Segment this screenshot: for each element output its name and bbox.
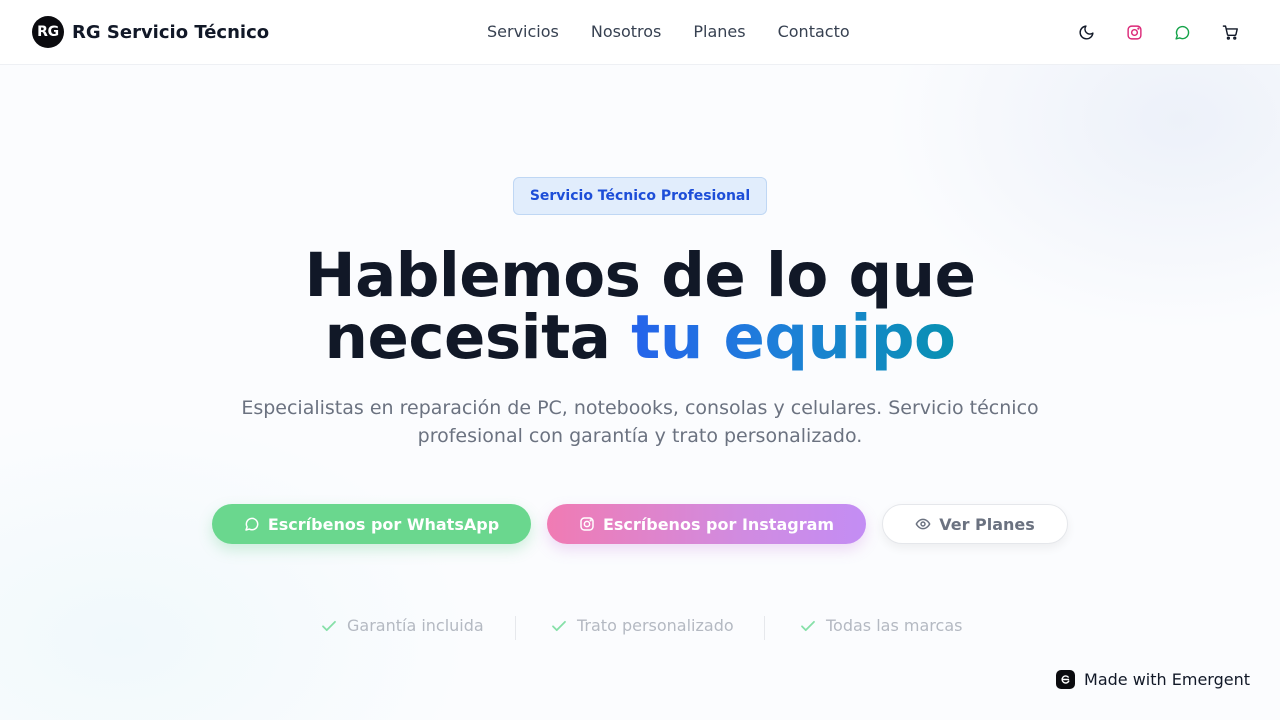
check-icon xyxy=(322,620,336,631)
whatsapp-button-label: Escríbenos por WhatsApp xyxy=(267,514,500,534)
hero-title-accent: tu equipo xyxy=(631,302,956,373)
nav-link-contacto[interactable]: Contacto xyxy=(778,20,850,44)
moon-icon[interactable] xyxy=(1074,20,1098,44)
made-with-emergent-badge[interactable]: Made with Emergent xyxy=(1056,670,1250,689)
nav-icons xyxy=(1050,20,1242,44)
instagram-icon[interactable] xyxy=(1122,20,1146,44)
cart-icon[interactable] xyxy=(1218,20,1242,44)
page: RG RG Servicio Técnico Servicios Nosotro… xyxy=(0,0,1280,720)
made-with-label: Made with Emergent xyxy=(1084,670,1250,689)
feature-label: Garantía incluida xyxy=(347,616,484,635)
view-plans-label: Ver Planes xyxy=(939,514,1035,534)
feature-brands: Todas las marcas xyxy=(799,616,962,635)
feature-divider xyxy=(764,616,765,640)
instagram-button-label: Escríbenos por Instagram xyxy=(602,514,835,534)
feature-list: Garantía incluida Trato personalizado To… xyxy=(0,616,1280,642)
brand-name[interactable]: RG Servicio Técnico xyxy=(72,22,269,43)
whatsapp-icon[interactable] xyxy=(1170,20,1194,44)
check-icon xyxy=(801,620,815,631)
brand[interactable]: RG RG Servicio Técnico xyxy=(32,16,269,48)
hero-title: Hablemos de lo que necesita tu equipo xyxy=(0,245,1280,369)
eye-icon xyxy=(915,518,931,530)
feature-warranty: Garantía incluida xyxy=(320,616,484,635)
check-icon xyxy=(552,620,566,631)
hero-title-line1: Hablemos de lo que xyxy=(304,240,976,311)
brand-logo[interactable]: RG xyxy=(32,16,64,48)
whatsapp-icon xyxy=(245,517,259,531)
emergent-logo-icon xyxy=(1056,670,1076,689)
navbar: RG RG Servicio Técnico Servicios Nosotro… xyxy=(0,0,1280,65)
feature-label: Todas las marcas xyxy=(826,616,963,635)
whatsapp-button[interactable]: Escríbenos por WhatsApp xyxy=(212,504,531,544)
feature-label: Trato personalizado xyxy=(577,616,734,635)
hero-subtitle: Especialistas en reparación de PC, noteb… xyxy=(241,397,1039,447)
hero-badge: Servicio Técnico Profesional xyxy=(513,177,767,215)
nav-link-planes[interactable]: Planes xyxy=(693,20,745,44)
feature-divider xyxy=(515,616,516,640)
view-plans-button[interactable]: Ver Planes xyxy=(882,504,1068,544)
nav-link-nosotros[interactable]: Nosotros xyxy=(591,20,662,44)
instagram-button[interactable]: Escríbenos por Instagram xyxy=(547,504,866,544)
nav-link-servicios[interactable]: Servicios xyxy=(487,20,559,44)
hero-title-line2-plain: necesita xyxy=(324,302,632,373)
feature-personal: Trato personalizado xyxy=(550,616,734,635)
nav-links: Servicios Nosotros Planes Contacto xyxy=(487,20,882,44)
instagram-icon xyxy=(580,517,594,531)
